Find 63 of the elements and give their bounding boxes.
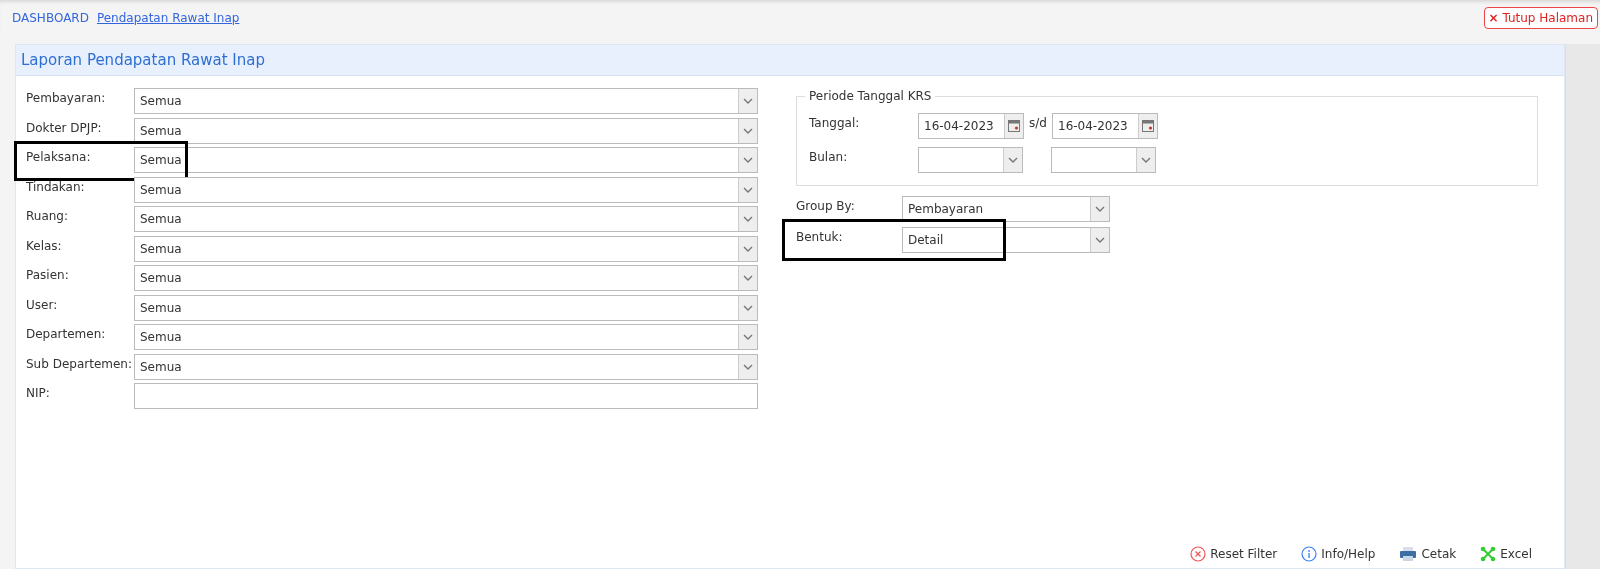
chevron-down-icon	[1136, 148, 1155, 172]
date-field[interactable]: 16-04-2023	[918, 113, 1024, 139]
field-label: Ruang:	[26, 208, 70, 223]
chevron-down-icon	[738, 89, 757, 113]
dropdown[interactable]: Detail	[902, 227, 1110, 253]
field-label: Bulan:	[809, 149, 849, 164]
printer-icon	[1399, 546, 1418, 562]
year-dropdown[interactable]	[1051, 147, 1156, 173]
chevron-down-icon	[738, 266, 757, 290]
chevron-down-icon	[738, 354, 757, 379]
dropdown[interactable]: Semua	[134, 235, 758, 262]
close-page-button[interactable]: × Tutup Halaman	[1483, 7, 1598, 29]
field-label: Group By:	[796, 198, 856, 213]
dropdown[interactable]: Semua	[134, 265, 758, 291]
field-label: Departemen:	[26, 326, 107, 341]
chevron-down-icon	[738, 177, 757, 202]
input-field[interactable]	[134, 383, 758, 409]
info-icon	[1301, 546, 1318, 562]
dropdown[interactable]: Semua	[134, 353, 758, 380]
dropdown[interactable]: Semua	[134, 206, 758, 232]
network-nodes-icon	[1480, 546, 1497, 562]
field-label: Bentuk:	[796, 229, 844, 244]
dropdown[interactable]: Semua	[134, 88, 758, 114]
chevron-down-icon	[1003, 148, 1022, 172]
action-button[interactable]: Excel	[1476, 546, 1536, 562]
dropdown[interactable]: Semua	[134, 117, 758, 144]
dropdown[interactable]: Semua	[134, 176, 758, 203]
chevron-down-icon	[738, 207, 757, 231]
dropdown[interactable]: Semua	[134, 147, 758, 173]
date-field[interactable]: 16-04-2023	[1052, 113, 1158, 139]
field-label: Tindakan:	[26, 178, 86, 194]
cancel-icon	[1190, 546, 1207, 562]
action-button[interactable]: Reset Filter	[1186, 546, 1282, 562]
chevron-down-icon	[1090, 197, 1109, 221]
scrollbar[interactable]	[1565, 44, 1600, 569]
chevron-down-icon	[738, 295, 757, 320]
breadcrumb-link[interactable]: Pendapatan Rawat Inap	[96, 11, 240, 25]
chevron-down-icon	[738, 236, 757, 261]
dropdown[interactable]: Semua	[134, 294, 758, 321]
breadcrumb-item[interactable]: DASHBOARD	[12, 11, 89, 25]
field-label: Kelas:	[26, 237, 63, 253]
range-separator: s/d	[1028, 115, 1048, 130]
field-label: Dokter DPJP:	[26, 119, 103, 135]
month-dropdown[interactable]	[918, 147, 1023, 173]
field-label: Sub Departemen:	[26, 355, 133, 371]
chevron-down-icon	[738, 325, 757, 349]
panel-title: Laporan Pendapatan Rawat Inap	[21, 51, 265, 69]
field-label: Pelaksana:	[26, 149, 92, 164]
field-label: User:	[26, 296, 59, 312]
chevron-down-icon	[1090, 228, 1109, 252]
calendar-icon[interactable]	[1138, 114, 1157, 138]
chevron-down-icon	[738, 148, 757, 172]
action-button[interactable]: Info/Help	[1297, 546, 1380, 562]
dropdown[interactable]: Pembayaran	[902, 196, 1110, 222]
field-label: Pasien:	[26, 267, 70, 282]
field-label: Pembayaran:	[26, 90, 107, 105]
chevron-down-icon	[738, 118, 757, 143]
action-button[interactable]: Cetak	[1395, 546, 1461, 562]
calendar-icon[interactable]	[1004, 114, 1023, 138]
group-legend: Periode Tanggal KRS	[805, 89, 936, 103]
dropdown[interactable]: Semua	[134, 324, 758, 350]
field-label: NIP:	[26, 385, 51, 400]
field-label: Tanggal:	[809, 115, 861, 130]
